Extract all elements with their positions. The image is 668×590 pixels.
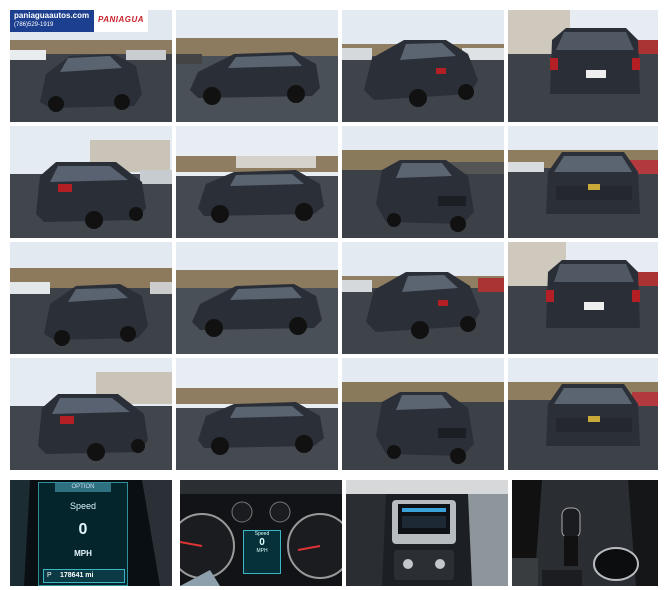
photo-thumbnail-console[interactable]: [346, 480, 508, 586]
dealer-domain-block: paniaguaautos.com (786)529-1919: [10, 10, 94, 32]
gear-indicator: P: [47, 572, 52, 579]
photo-thumbnail-12[interactable]: [508, 242, 658, 354]
photo-thumbnail-3[interactable]: [342, 10, 504, 122]
photo-thumbnail-14[interactable]: [176, 358, 338, 470]
odometer-reading: 178641 mi: [60, 572, 94, 579]
small-speed-value: 0: [259, 537, 265, 548]
photo-thumbnail-2[interactable]: [176, 10, 338, 122]
photo-thumbnail-shifter[interactable]: [512, 480, 658, 586]
cluster-display: OPTION Speed 0 MPH P 178641 mi: [38, 482, 128, 586]
speed-unit: MPH: [74, 549, 92, 558]
dealer-logo[interactable]: paniaguaautos.com (786)529-1919 PANIAGUA: [10, 10, 172, 32]
small-cluster-display: Speed 0 MPH: [243, 530, 281, 574]
photo-thumbnail-16[interactable]: [508, 358, 658, 470]
photo-thumbnail-7[interactable]: [342, 126, 504, 238]
photo-thumbnail-10[interactable]: [176, 242, 338, 354]
speed-value: 0: [78, 521, 88, 538]
odometer-bar: P 178641 mi: [43, 569, 125, 583]
photo-thumbnail-1[interactable]: paniaguaautos.com (786)529-1919 PANIAGUA: [10, 10, 172, 122]
photo-thumbnail-gauges[interactable]: Speed 0 MPH: [180, 480, 342, 586]
speed-label: Speed: [69, 501, 97, 511]
photo-thumbnail-13[interactable]: [10, 358, 172, 470]
dealer-phone: (786)529-1919: [14, 22, 54, 28]
photo-gallery: paniaguaautos.com (786)529-1919 PANIAGUA: [10, 10, 658, 586]
dealer-domain: paniaguaautos.com: [14, 11, 90, 20]
photo-thumbnail-11[interactable]: [342, 242, 504, 354]
photo-thumbnail-9[interactable]: [10, 242, 172, 354]
dealer-brand: PANIAGUA: [94, 10, 149, 32]
photo-thumbnail-cluster[interactable]: OPTION Speed 0 MPH P 178641 mi: [10, 480, 172, 586]
option-tab: OPTION: [55, 483, 111, 492]
photo-thumbnail-15[interactable]: [342, 358, 504, 470]
small-speed-unit: MPH: [256, 548, 268, 554]
photo-thumbnail-5[interactable]: [10, 126, 172, 238]
photo-thumbnail-4[interactable]: [508, 10, 658, 122]
photo-thumbnail-6[interactable]: [176, 126, 338, 238]
photo-thumbnail-8[interactable]: [508, 126, 658, 238]
